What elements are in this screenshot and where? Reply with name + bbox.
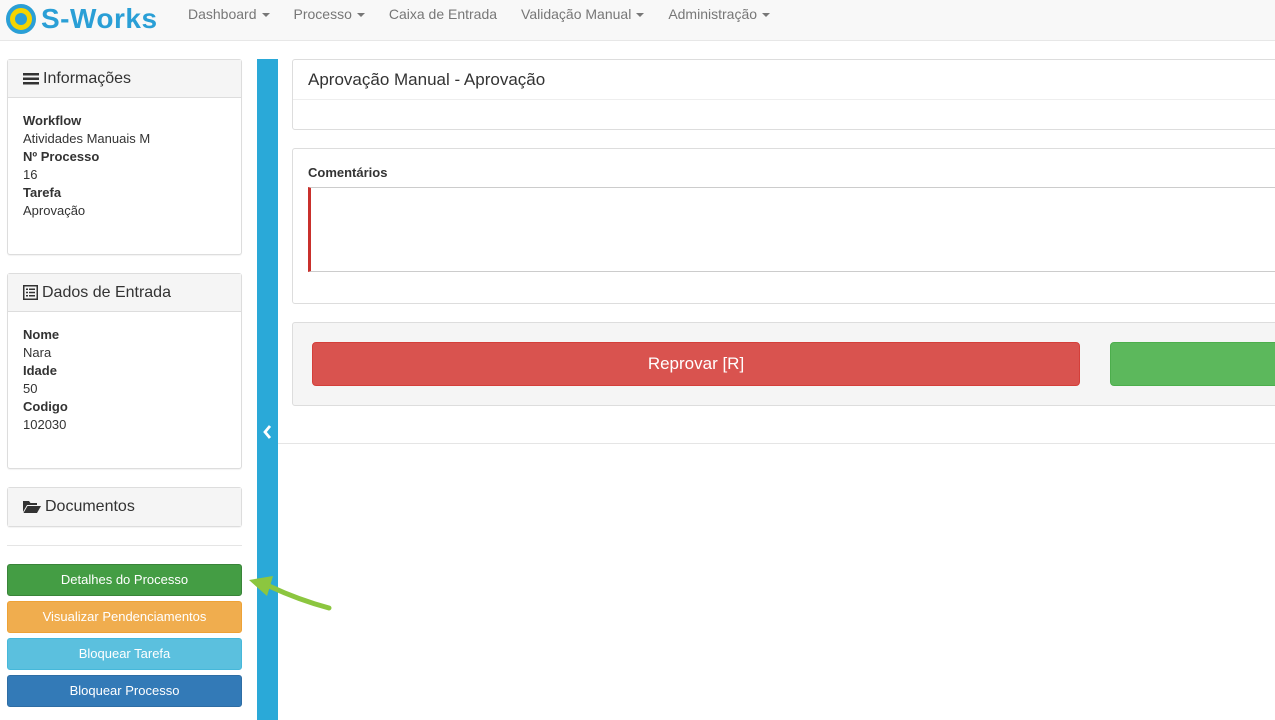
nav-processo-label: Processo xyxy=(293,6,352,22)
workflow-label: Workflow xyxy=(23,113,82,128)
logo-icon xyxy=(6,4,36,34)
chevron-left-icon xyxy=(262,425,273,442)
input-data-body: Nome Nara Idade 50 Codigo 102030 xyxy=(8,312,241,448)
caret-down-icon xyxy=(762,13,771,18)
caret-down-icon xyxy=(636,13,645,18)
lock-task-button[interactable]: Bloquear Tarefa xyxy=(7,638,242,670)
task-label: Tarefa xyxy=(23,185,62,200)
process-number-label: Nº Processo xyxy=(23,149,100,164)
nav-administracao[interactable]: Administração xyxy=(656,0,782,28)
documents-panel[interactable]: Documentos xyxy=(7,487,242,527)
nav-administracao-label: Administração xyxy=(668,6,758,22)
nav-caixa-de-entrada[interactable]: Caixa de Entrada xyxy=(377,0,509,28)
decision-actions-panel: Reprovar [R] xyxy=(292,322,1275,406)
comments-textarea[interactable] xyxy=(308,187,1275,272)
input-data-panel: Dados de Entrada Nome Nara Idade 50 Codi… xyxy=(7,273,242,469)
annotation-arrow-icon xyxy=(247,572,333,615)
info-panel-body: Workflow Atividades Manuais M Nº Process… xyxy=(8,98,241,234)
info-panel-heading: Informações xyxy=(8,60,241,98)
idade-label: Idade xyxy=(23,363,57,378)
process-details-button[interactable]: Detalhes do Processo xyxy=(7,564,242,596)
input-data-title: Dados de Entrada xyxy=(42,283,171,301)
nav-caixa-label: Caixa de Entrada xyxy=(388,6,498,22)
nome-label: Nome xyxy=(23,327,60,342)
process-number-value: 16 xyxy=(23,167,38,182)
nav-processo[interactable]: Processo xyxy=(282,0,377,28)
content-divider xyxy=(278,443,1275,444)
lock-process-button[interactable]: Bloquear Processo xyxy=(7,675,242,707)
nav-dashboard[interactable]: Dashboard xyxy=(176,0,282,28)
documents-heading[interactable]: Documentos xyxy=(8,488,241,526)
task-title-panel: Aprovação Manual - Aprovação xyxy=(292,59,1275,130)
info-panel-title: Informações xyxy=(43,69,132,87)
sidebar-collapse-toggle[interactable] xyxy=(257,59,278,720)
list-alt-icon xyxy=(23,285,38,300)
workflow-value: Atividades Manuais M xyxy=(23,131,151,146)
codigo-value: 102030 xyxy=(23,417,67,432)
nav-validacao-label: Validação Manual xyxy=(521,6,632,22)
comments-panel: Comentários xyxy=(292,148,1275,304)
input-data-heading: Dados de Entrada xyxy=(8,274,241,312)
documents-title: Documentos xyxy=(45,498,135,515)
caret-down-icon xyxy=(356,13,365,18)
view-pending-button[interactable]: Visualizar Pendenciamentos xyxy=(7,601,242,633)
approve-button[interactable] xyxy=(1110,342,1275,386)
top-navbar: S-Works Dashboard Processo Caixa de Entr… xyxy=(0,0,1275,41)
brand-logo[interactable]: S-Works xyxy=(6,2,158,36)
sidebar-divider xyxy=(7,545,242,546)
info-panel: Informações Workflow Atividades Manuais … xyxy=(7,59,242,255)
task-value: Aprovação xyxy=(23,203,86,218)
main-menu: Dashboard Processo Caixa de Entrada Vali… xyxy=(176,0,782,28)
reject-button[interactable]: Reprovar [R] xyxy=(312,342,1080,386)
codigo-label: Codigo xyxy=(23,399,68,414)
nav-dashboard-label: Dashboard xyxy=(188,6,257,22)
idade-value: 50 xyxy=(23,381,38,396)
caret-down-icon xyxy=(261,13,270,18)
list-icon xyxy=(23,72,39,86)
nome-value: Nara xyxy=(23,345,52,360)
page-title: Aprovação Manual - Aprovação xyxy=(293,60,1275,100)
nav-validacao-manual[interactable]: Validação Manual xyxy=(509,0,656,28)
comments-label: Comentários xyxy=(308,165,388,180)
brand-name: S-Works xyxy=(41,3,158,34)
folder-open-icon xyxy=(23,500,41,514)
